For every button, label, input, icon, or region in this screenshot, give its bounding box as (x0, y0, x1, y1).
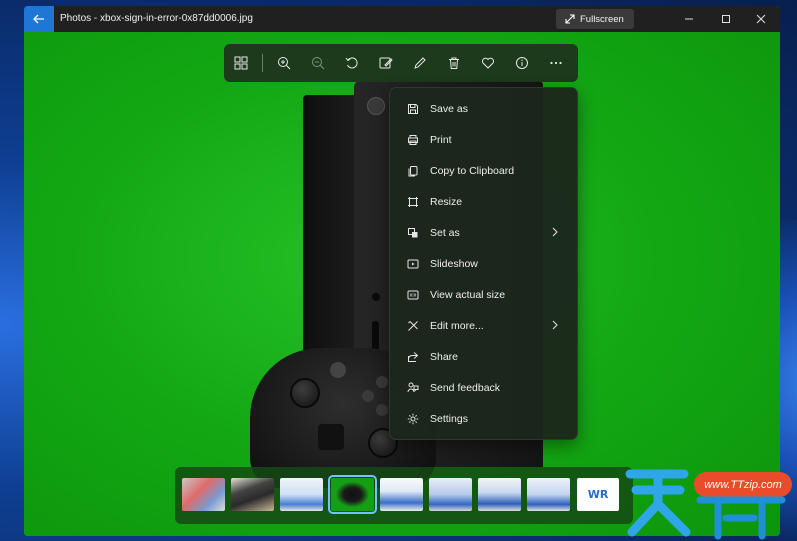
menu-item-label: Copy to Clipboard (430, 164, 515, 177)
save-icon (406, 102, 420, 116)
favorite-heart-icon (481, 57, 495, 69)
menu-item-print[interactable]: Print (390, 124, 577, 155)
wr-logo-text: WR (587, 488, 609, 501)
set-as-icon (406, 226, 420, 240)
thumbnail[interactable] (429, 478, 472, 511)
rotate-icon (345, 57, 358, 69)
toolbar-divider (262, 54, 263, 72)
thumbnail[interactable] (380, 478, 423, 511)
thumbnail[interactable] (182, 478, 225, 511)
menu-item-label: Settings (430, 412, 468, 425)
gallery-button[interactable] (224, 44, 258, 82)
minimize-icon (685, 18, 693, 20)
chevron-right-icon (551, 320, 559, 333)
menu-item-label: View actual size (430, 288, 506, 301)
back-button[interactable] (24, 6, 54, 32)
zoom-in-button[interactable] (267, 44, 301, 82)
fullscreen-label: Fullscreen (580, 13, 624, 25)
more-options-icon (550, 61, 562, 65)
photos-window: Photos - xbox-sign-in-error-0x87dd0006.j… (24, 6, 780, 536)
edit-image-icon (379, 57, 393, 69)
menu-item-label: Edit more... (430, 319, 484, 332)
share-icon (406, 350, 420, 364)
menu-item-label: Set as (430, 226, 460, 239)
menu-item-edit-more[interactable]: Edit more... (390, 310, 577, 341)
settings-icon (406, 412, 420, 426)
minimize-button[interactable] (672, 6, 706, 32)
menu-item-slideshow[interactable]: Slideshow (390, 248, 577, 279)
fullscreen-button[interactable]: Fullscreen (556, 9, 634, 29)
back-arrow-icon (33, 14, 44, 24)
title-bar: Photos - xbox-sign-in-error-0x87dd0006.j… (24, 6, 780, 32)
menu-item-share[interactable]: Share (390, 341, 577, 372)
menu-item-label: Share (430, 350, 459, 363)
watermark-logo (622, 460, 792, 541)
expand-icon (565, 14, 575, 24)
file-info-button[interactable] (505, 44, 539, 82)
menu-item-label: Send feedback (430, 381, 501, 394)
menu-item-send-feedback[interactable]: Send feedback (390, 372, 577, 403)
zoom-out-button[interactable] (301, 44, 335, 82)
draw-icon (414, 57, 426, 69)
maximize-icon (722, 15, 730, 23)
delete-icon (449, 57, 459, 69)
delete-button[interactable] (437, 44, 471, 82)
more-options-button[interactable] (539, 44, 573, 82)
resize-icon (406, 195, 420, 209)
thumbnail[interactable] (478, 478, 521, 511)
watermark-logo-shape (625, 469, 786, 540)
menu-item-label: Slideshow (430, 257, 478, 270)
xbox-logo (367, 97, 385, 115)
feedback-icon (406, 381, 420, 395)
thumbnail-filmstrip: WR (175, 467, 633, 524)
edit-more-icon (406, 319, 420, 333)
xbox-guide-button (330, 362, 346, 378)
thumbnail[interactable] (527, 478, 570, 511)
favorite-button[interactable] (471, 44, 505, 82)
window-title: Photos - xbox-sign-in-error-0x87dd0006.j… (60, 13, 253, 24)
slideshow-icon (406, 257, 420, 271)
thumbnail[interactable] (280, 478, 323, 511)
copy-icon (406, 164, 420, 178)
close-button[interactable] (744, 6, 778, 32)
zoom-out-icon (312, 57, 325, 70)
close-icon (756, 14, 766, 24)
more-options-menu: Save as Print Copy to Clipboard Resize S… (389, 87, 578, 440)
print-icon (406, 133, 420, 147)
menu-item-copy-to-clipboard[interactable]: Copy to Clipboard (390, 155, 577, 186)
menu-item-label: Print (430, 133, 452, 146)
menu-item-view-actual-size[interactable]: View actual size (390, 279, 577, 310)
gallery-icon (234, 56, 248, 70)
thumbnail-selected[interactable] (328, 475, 377, 514)
image-toolbar (224, 44, 578, 82)
thumbnail[interactable] (231, 478, 274, 511)
info-icon (516, 57, 528, 69)
edit-image-button[interactable] (369, 44, 403, 82)
zoom-in-icon (278, 57, 291, 70)
menu-item-settings[interactable]: Settings (390, 403, 577, 434)
rotate-button[interactable] (335, 44, 369, 82)
menu-item-save-as[interactable]: Save as (390, 93, 577, 124)
menu-item-resize[interactable]: Resize (390, 186, 577, 217)
draw-button[interactable] (403, 44, 437, 82)
menu-item-set-as[interactable]: Set as (390, 217, 577, 248)
chevron-right-icon (551, 227, 559, 240)
thumbnail[interactable]: WR (577, 478, 619, 511)
actual-size-icon (406, 288, 420, 302)
maximize-button[interactable] (709, 6, 743, 32)
menu-item-label: Resize (430, 195, 463, 208)
menu-item-label: Save as (430, 102, 468, 115)
